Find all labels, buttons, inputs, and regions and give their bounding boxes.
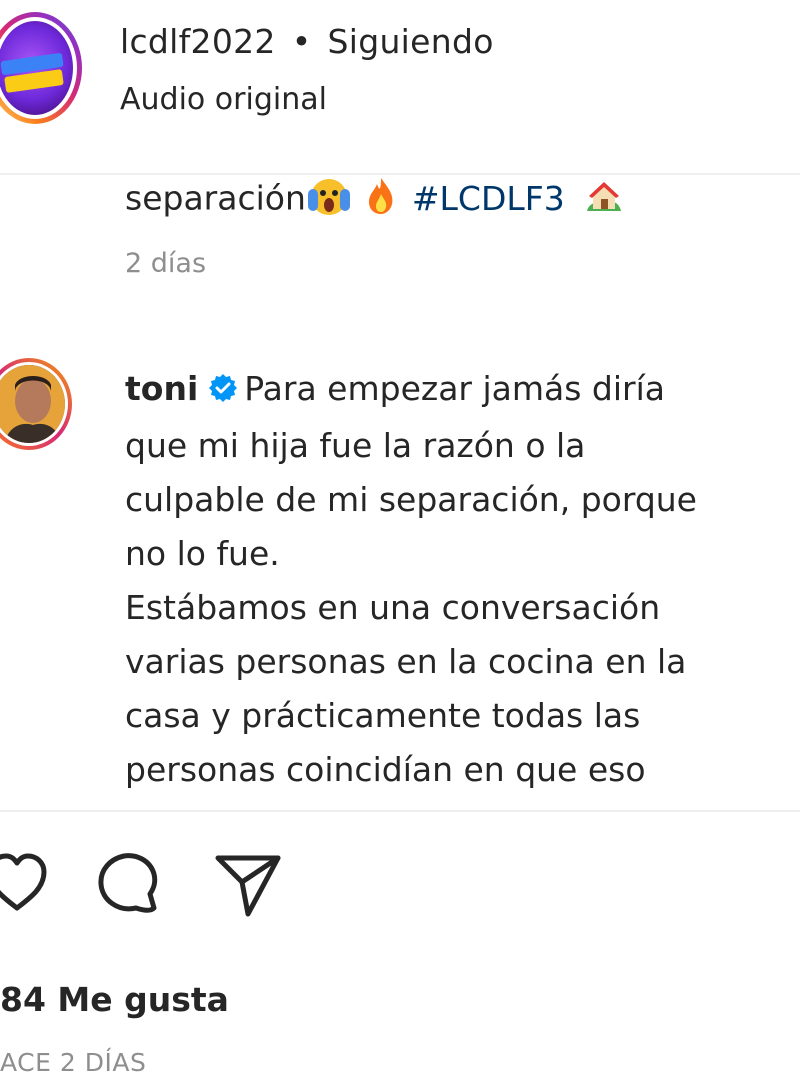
action-bar (0, 850, 400, 930)
comment-line: varias personas en la cocina en la (125, 642, 687, 681)
caption-time: 2 días (125, 248, 207, 279)
house-emoji (583, 177, 625, 223)
comment-line: Estábamos en una conversación (125, 588, 661, 627)
post-time: ACE 2 DÍAS (0, 1048, 147, 1077)
likes-count[interactable]: 84 Me gusta (0, 980, 229, 1019)
divider (0, 810, 800, 812)
comment-author[interactable]: toni (125, 369, 198, 408)
comment-body: toni Para empezar jamás diría que mi hij… (125, 362, 785, 797)
username-link[interactable]: lcdlf2022 (120, 22, 276, 61)
audio-link[interactable]: Audio original (120, 82, 327, 117)
header-title: lcdlf2022 • Siguiendo (120, 22, 494, 61)
post-header: lcdlf2022 • Siguiendo Audio original (0, 0, 800, 175)
share-icon[interactable] (214, 850, 284, 924)
verified-badge-icon (208, 365, 238, 419)
heart-icon[interactable] (0, 850, 50, 920)
comment-avatar[interactable] (0, 358, 72, 450)
comment-line: culpable de mi separación, porque (125, 480, 697, 519)
account-avatar[interactable] (0, 12, 82, 124)
comment-icon[interactable] (94, 850, 166, 926)
screaming-face-emoji (306, 175, 352, 225)
comment-line: que mi hija fue la razón o la (125, 426, 586, 465)
comment-line: casa y prácticamente todas las (125, 696, 641, 735)
comment-line: no lo fue. (125, 534, 280, 573)
following-button[interactable]: Siguiendo (328, 22, 494, 61)
caption-text-tail: separación (125, 178, 306, 218)
separator-dot: • (291, 22, 312, 61)
comment-line: Para empezar jamás diría (244, 369, 665, 408)
caption-text: separación #LCDLF3 (125, 175, 625, 225)
comment-line: personas coincidían en que eso (125, 750, 646, 789)
hashtag-link[interactable]: #LCDLF3 (412, 179, 565, 218)
fire-emoji (366, 176, 396, 224)
